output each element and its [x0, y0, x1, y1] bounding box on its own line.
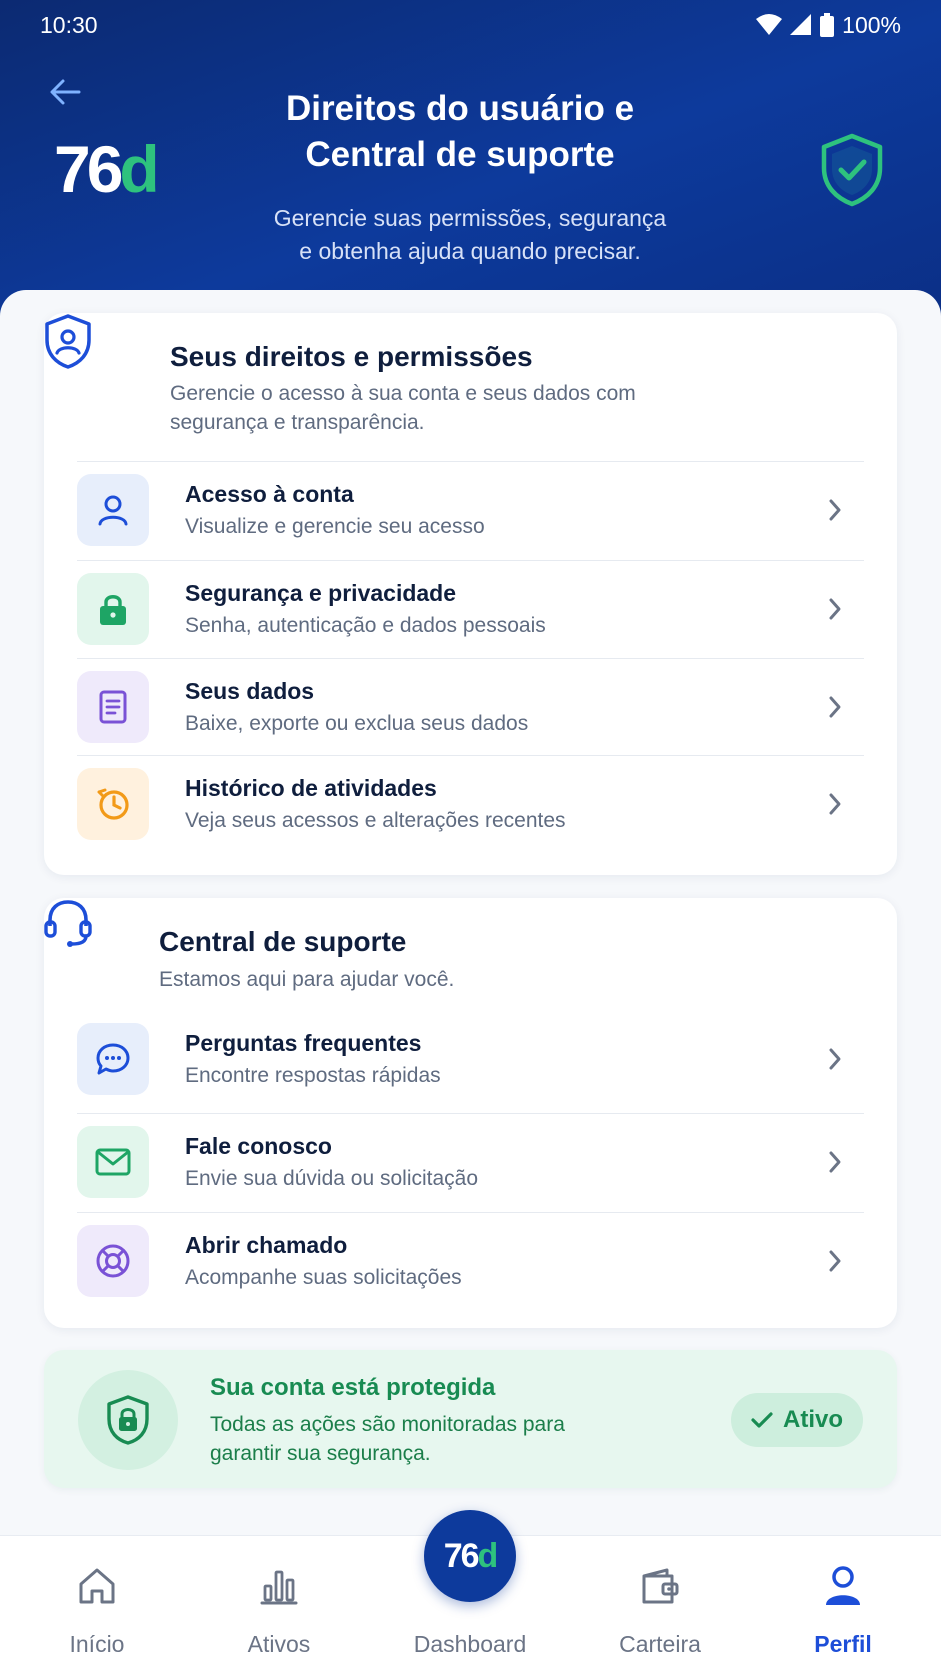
- row-subtitle: Envie sua dúvida ou solicitação: [185, 1166, 479, 1190]
- chevron-right-icon: [820, 692, 850, 722]
- row-title: Abrir chamado: [185, 1231, 348, 1258]
- rights-title: Seus direitos e permissões: [170, 341, 533, 372]
- status-time: 10:30: [40, 11, 98, 38]
- chevron-right-icon: [820, 1147, 850, 1177]
- status-badge[interactable]: Ativo: [731, 1393, 863, 1447]
- brand-logo: 76d: [54, 132, 160, 206]
- support-card: Central de suporte Estamos aqui para aju…: [44, 898, 897, 1328]
- support-item-open-ticket[interactable]: Abrir chamado Acompanhe suas solicitaçõe…: [77, 1212, 864, 1308]
- rights-description: Gerencie o acesso à sua conta e seus dad…: [170, 382, 636, 434]
- signal-icon: [790, 14, 812, 35]
- row-title: Fale conosco: [185, 1132, 332, 1159]
- user-icon: [77, 473, 149, 546]
- status-indicators: 100%: [756, 12, 901, 39]
- tab-label: Ativos: [247, 1631, 311, 1657]
- lock-icon: [77, 572, 149, 645]
- chevron-right-icon: [820, 495, 850, 525]
- row-title: Seus dados: [185, 677, 315, 704]
- headset-icon: [44, 900, 92, 947]
- row-subtitle: Veja seus acessos e alterações recentes: [185, 808, 566, 832]
- protection-title: Sua conta está protegida: [210, 1374, 496, 1401]
- arrow-left-icon: [50, 79, 81, 105]
- status-bar: 10:30 100%: [0, 0, 941, 50]
- tab-assets[interactable]: Ativos: [204, 1536, 354, 1672]
- support-item-contact-us[interactable]: Fale conosco Envie sua dúvida ou solicit…: [77, 1113, 864, 1209]
- header: 10:30 100% 76d Direitos do usuário e Cen…: [0, 0, 941, 320]
- home-icon: [79, 1568, 115, 1604]
- tab-label: Dashboard: [413, 1631, 527, 1657]
- tab-home[interactable]: Início: [22, 1536, 172, 1672]
- tab-profile[interactable]: Perfil: [768, 1536, 918, 1672]
- shield-user-icon: [45, 314, 91, 369]
- page-subtitle: Gerencie suas permissões, segurança e ob…: [273, 205, 667, 264]
- rights-item-security-privacy[interactable]: Segurança e privacidade Senha, autentica…: [77, 560, 864, 656]
- chevron-right-icon: [820, 1044, 850, 1074]
- chevron-right-icon: [820, 1246, 850, 1276]
- status-badge-label: Ativo: [783, 1406, 843, 1433]
- battery-level: 100%: [842, 11, 901, 38]
- support-title: Central de suporte: [159, 926, 407, 957]
- row-title: Segurança e privacidade: [185, 579, 457, 606]
- battery-icon: [820, 13, 835, 37]
- tab-label: Perfil: [814, 1631, 872, 1657]
- row-subtitle: Senha, autenticação e dados pessoais: [185, 613, 546, 637]
- rights-item-account-access[interactable]: Acesso à conta Visualize e gerencie seu …: [77, 461, 864, 557]
- rights-item-activity-history[interactable]: Histórico de atividades Veja seus acesso…: [77, 755, 864, 851]
- document-icon: [77, 670, 149, 743]
- page-title: Direitos do usuário e Central de suporte: [285, 89, 635, 174]
- history-icon: [77, 767, 149, 840]
- row-title: Histórico de atividades: [185, 774, 437, 801]
- bar-chart-icon: [260, 1570, 298, 1605]
- dashboard-fab[interactable]: 76 d: [424, 1510, 516, 1602]
- back-button[interactable]: [44, 74, 86, 110]
- row-subtitle: Encontre respostas rápidas: [185, 1064, 441, 1087]
- chevron-right-icon: [820, 594, 850, 624]
- row-title: Acesso à conta: [185, 480, 354, 507]
- profile-icon: [826, 1566, 860, 1605]
- lifebuoy-icon: [77, 1224, 149, 1297]
- row-title: Perguntas frequentes: [185, 1030, 422, 1056]
- support-description: Estamos aqui para ajudar você.: [159, 968, 455, 991]
- rights-card: Seus direitos e permissões Gerencie o ac…: [44, 313, 897, 875]
- tab-label: Carteira: [619, 1631, 701, 1657]
- mail-icon: [77, 1125, 149, 1198]
- check-icon: [751, 1412, 773, 1428]
- row-subtitle: Baixe, exporte ou exclua seus dados: [185, 711, 529, 735]
- tab-label: Início: [69, 1631, 125, 1657]
- chevron-right-icon: [820, 789, 850, 819]
- tab-wallet[interactable]: Carteira: [585, 1536, 735, 1672]
- protection-description: Todas as ações são monitoradas para gara…: [210, 1413, 565, 1465]
- row-subtitle: Visualize e gerencie seu acesso: [185, 514, 485, 538]
- wallet-icon: [642, 1568, 679, 1604]
- support-item-faq[interactable]: Perguntas frequentes Encontre respostas …: [77, 1011, 864, 1107]
- protection-banner: Sua conta está protegida Todas as ações …: [44, 1350, 897, 1488]
- row-subtitle: Acompanhe suas solicitações: [185, 1265, 462, 1289]
- shield-lock-icon: [78, 1370, 178, 1470]
- rights-item-your-data[interactable]: Seus dados Baixe, exporte ou exclua seus…: [77, 658, 864, 754]
- shield-check-icon: [821, 133, 883, 207]
- wifi-icon: [756, 14, 783, 35]
- chat-icon: [77, 1023, 149, 1095]
